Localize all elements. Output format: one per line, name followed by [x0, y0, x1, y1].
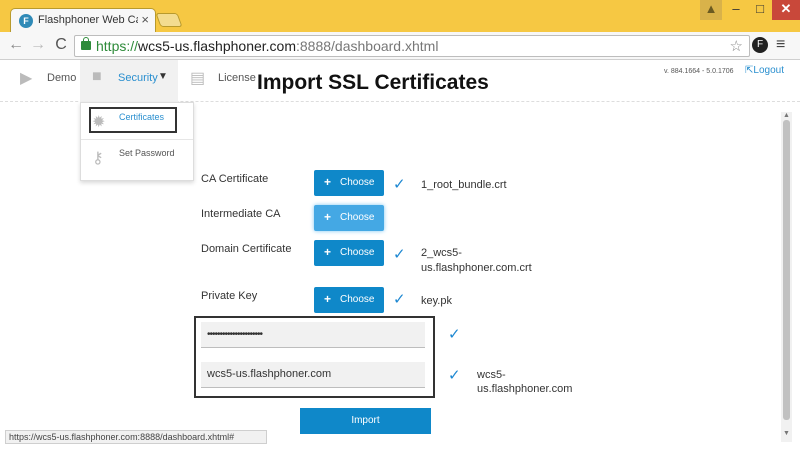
flashphoner-extension-icon[interactable]: F — [752, 37, 768, 53]
choose-label: Choose — [340, 294, 375, 305]
address-url: https://wcs5-us.flashphoner.com:8888/das… — [96, 38, 438, 54]
window-close-icon[interactable]: ✕ — [772, 0, 800, 20]
nav-security[interactable]: ■ Security ▼ — [80, 60, 178, 102]
choose-domain-certificate-button[interactable]: + Choose — [314, 240, 384, 266]
domain-certificate-label: Domain Certificate — [201, 243, 292, 255]
lock-icon — [81, 37, 91, 50]
document-icon: ▤ — [190, 70, 206, 87]
hostname-confirmation: wcs5- us.flashphoner.com — [477, 368, 572, 396]
filename-line: us.flashphoner.com.crt — [421, 262, 532, 274]
private-key-filename: key.pk — [421, 295, 452, 307]
maximize-icon[interactable]: □ — [748, 0, 772, 20]
intermediate-ca-label: Intermediate CA — [201, 208, 281, 220]
chevron-down-icon: ▼ — [158, 71, 168, 82]
browser-tab[interactable]: F Flashphoner Web Call Ser × — [10, 8, 156, 32]
checkmark-icon: ✓ — [393, 176, 406, 193]
key-icon: ⚷ — [92, 150, 104, 167]
menu-item-set-password[interactable]: ⚷ Set Password — [81, 143, 193, 171]
url-path: :8888/dashboard.xhtml — [296, 38, 439, 54]
minimize-icon[interactable]: – — [724, 0, 748, 20]
scrollbar-thumb[interactable] — [783, 120, 790, 420]
domain-certificate-filename: 2_wcs5- us.flashphoner.com.crt — [421, 246, 532, 276]
scroll-down-icon[interactable]: ▼ — [783, 430, 790, 437]
flashphoner-favicon-icon: F — [19, 14, 33, 28]
page-title: Import SSL Certificates — [257, 71, 489, 94]
import-button[interactable]: Import — [300, 408, 431, 434]
browser-titlebar: F Flashphoner Web Call Ser × ▲ – □ ✕ — [0, 0, 800, 32]
menu-divider — [81, 139, 193, 140]
nav-security-label: Security — [118, 72, 158, 84]
browser-menu-icon[interactable]: ≡ — [776, 36, 785, 54]
nav-license-label: License — [218, 72, 256, 84]
status-bar: https://wcs5-us.flashphoner.com:8888/das… — [5, 430, 267, 444]
choose-label: Choose — [340, 247, 375, 258]
choose-intermediate-ca-button[interactable]: + Choose — [314, 205, 384, 231]
hostname-line: us.flashphoner.com — [477, 383, 573, 395]
checkmark-icon: ✓ — [448, 326, 461, 343]
url-scheme: https:// — [96, 38, 139, 54]
address-bar[interactable]: https://wcs5-us.flashphoner.com:8888/das… — [74, 35, 750, 57]
browser-toolbar: ← → C https://wcs5-us.flashphoner.com:88… — [0, 32, 800, 60]
plus-icon: + — [324, 292, 332, 306]
lock-icon: ■ — [92, 68, 102, 85]
reload-icon[interactable]: C — [51, 36, 71, 54]
play-icon: ▶ — [20, 70, 33, 87]
forward-arrow-icon[interactable]: → — [28, 36, 48, 54]
hostname-line: wcs5- — [477, 369, 506, 381]
url-host: wcs5-us.flashphoner.com — [138, 38, 296, 54]
user-profile-icon[interactable]: ▲ — [700, 0, 722, 20]
bookmark-star-icon[interactable]: ☆ — [730, 37, 743, 55]
logout-label: Logout — [753, 65, 784, 76]
version-label: v. 884.1664 - 5.0.1706 — [664, 68, 734, 75]
choose-ca-certificate-button[interactable]: + Choose — [314, 170, 384, 196]
checkmark-icon: ✓ — [393, 291, 406, 308]
logout-link[interactable]: ⇱Logout — [745, 65, 784, 76]
choose-label: Choose — [340, 212, 375, 223]
private-key-label: Private Key — [201, 290, 258, 302]
ca-certificate-filename: 1_root_bundle.crt — [421, 179, 507, 191]
new-tab-button[interactable] — [155, 13, 183, 27]
menu-item-label: Set Password — [119, 148, 175, 158]
tab-close-icon[interactable]: × — [141, 12, 149, 27]
scroll-up-icon[interactable]: ▲ — [783, 112, 790, 119]
nav-demo-label: Demo — [47, 72, 77, 84]
scrollbar[interactable]: ▲ ▼ — [781, 112, 792, 442]
checkmark-icon: ✓ — [393, 246, 406, 263]
plus-icon: + — [324, 245, 332, 259]
certificates-highlight-box — [89, 107, 177, 133]
back-arrow-icon[interactable]: ← — [6, 36, 26, 54]
choose-label: Choose — [340, 177, 375, 188]
filename-line: 2_wcs5- — [421, 247, 462, 259]
choose-private-key-button[interactable]: + Choose — [314, 287, 384, 313]
ca-certificate-label: CA Certificate — [201, 173, 269, 185]
plus-icon: + — [324, 175, 332, 189]
checkmark-icon: ✓ — [448, 367, 461, 384]
tab-title: Flashphoner Web Call Ser — [38, 14, 138, 26]
plus-icon: + — [324, 210, 332, 224]
fields-highlight-box — [194, 316, 435, 398]
